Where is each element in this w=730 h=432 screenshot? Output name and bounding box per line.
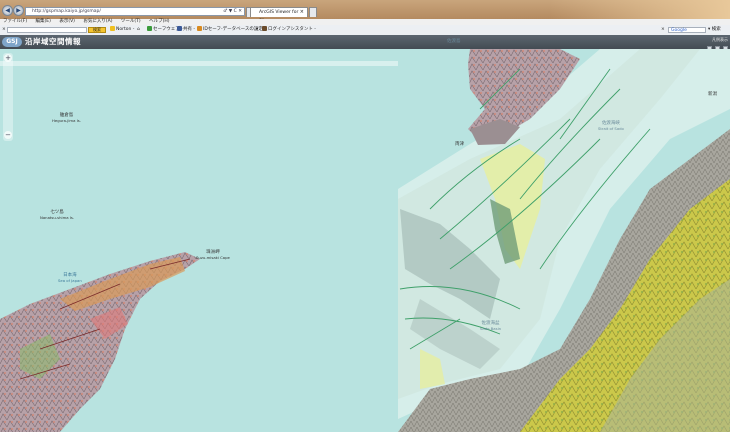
google-search-button[interactable]: ▾ 検索	[708, 25, 721, 35]
safeweb-icon	[147, 26, 152, 31]
app-title: 沿岸域空間情報	[25, 37, 81, 46]
google-close-icon[interactable]: ×	[661, 25, 665, 35]
label-sado-jp: 佐渡島	[447, 39, 461, 44]
label-suzu-en: Suzu-misaki Cape	[196, 255, 230, 260]
label-suzu: 珠洲岬 Suzu-misaki Cape	[196, 250, 230, 260]
label-sea-en: Sea of Japan	[58, 278, 82, 283]
app-header: GSJ 沿岸域空間情報 凡例表示	[0, 35, 730, 51]
map-top-band	[0, 61, 398, 66]
map-graphics	[0, 49, 730, 432]
title-bar-decoration	[550, 0, 730, 19]
identity-label: IDセーフ-データベースの設定	[203, 27, 263, 32]
legend-toggle-label[interactable]: 凡例表示	[712, 37, 728, 43]
label-sado: 佐渡島	[447, 39, 461, 44]
zoom-control[interactable]: + −	[3, 53, 13, 141]
label-sado-strait: 佐渡海峡 Strait of Sado	[598, 121, 624, 131]
label-nanatsu: 七ツ島 Nanatsu-shima Is.	[40, 210, 74, 220]
menu-view[interactable]: 表示(V)	[59, 19, 75, 24]
google-search-input[interactable]: Google	[668, 27, 706, 33]
label-nigata: 新潟	[708, 92, 717, 97]
label-sadostrait-en: Strait of Sado	[598, 126, 624, 131]
address-bar[interactable]: http://gspmap.kaiyo.jp/gsmap/ ♂ ▼ C ✕	[25, 7, 245, 16]
zoom-in-button[interactable]: +	[4, 54, 12, 62]
menu-tools[interactable]: ツール(T)	[121, 19, 141, 24]
menu-edit[interactable]: 編集(E)	[36, 19, 51, 24]
tab-arcgis[interactable]: ArcGIS Viewer for Silver... ×	[250, 7, 308, 24]
label-basin-en: Sado Basin	[480, 326, 502, 331]
facebook-icon	[177, 26, 182, 31]
label-ryotsu-jp: 両津	[455, 142, 464, 147]
login-button[interactable]: ログインアシスタント -	[262, 25, 316, 35]
toolbar-close-icon[interactable]: ×	[2, 25, 6, 35]
login-icon	[262, 26, 267, 31]
address-text: http://gspmap.kaiyo.jp/gsmap/	[32, 9, 101, 14]
google-label: Google	[671, 28, 687, 33]
home-icon[interactable]: ⌂	[137, 25, 140, 35]
norton-icon	[110, 26, 115, 31]
norton-label: Norton -	[116, 27, 135, 32]
tab-close-icon[interactable]: ×	[300, 8, 304, 17]
label-sado-basin: 佐渡海盆 Sado Basin	[480, 321, 501, 331]
zoom-out-button[interactable]: −	[4, 131, 12, 139]
norton-button[interactable]: Norton -	[110, 25, 134, 35]
label-hegura: 舳倉島 Hegura-jima Is.	[52, 113, 81, 123]
identity-button[interactable]: IDセーフ-データベースの設定	[197, 25, 263, 35]
label-nanatsu-en: Nanatsu-shima Is.	[40, 215, 75, 220]
menu-favorites[interactable]: お気に入り(A)	[83, 19, 112, 24]
label-hegura-en: Hegura-jima Is.	[52, 118, 81, 123]
facebook-label: 共有 -	[183, 27, 196, 32]
identity-icon	[197, 26, 202, 31]
address-controls[interactable]: ♂ ▼ C ✕	[223, 8, 242, 15]
dropdown-icon[interactable]: ▾	[256, 25, 258, 35]
toolbar-search-button[interactable]: 検索	[88, 27, 106, 33]
label-sea-of-japan: 日本海 Sea of Japan	[58, 273, 82, 283]
google-search-label: 検索	[711, 27, 721, 32]
facebook-button[interactable]: 共有 -	[177, 25, 195, 35]
menu-help[interactable]: ヘルプ(H)	[149, 19, 169, 24]
back-icon[interactable]: ◀	[2, 5, 13, 16]
toolbar-search-input[interactable]	[7, 27, 87, 33]
map-canvas[interactable]: + − 舳倉島 Hegura-jima Is. 七ツ島 Nanatsu-shim…	[0, 39, 730, 432]
gsj-logo: GSJ	[2, 37, 22, 47]
login-label: ログインアシスタント -	[268, 27, 316, 32]
forward-icon[interactable]: ▶	[13, 5, 24, 16]
label-nigata-jp: 新潟	[708, 92, 717, 97]
menu-file[interactable]: ファイル(F)	[3, 19, 27, 24]
new-tab-button[interactable]	[309, 7, 317, 17]
label-ryotsu: 両津	[455, 142, 464, 147]
browser-window: ◀ ▶ http://gspmap.kaiyo.jp/gsmap/ ♂ ▼ C …	[0, 0, 730, 432]
